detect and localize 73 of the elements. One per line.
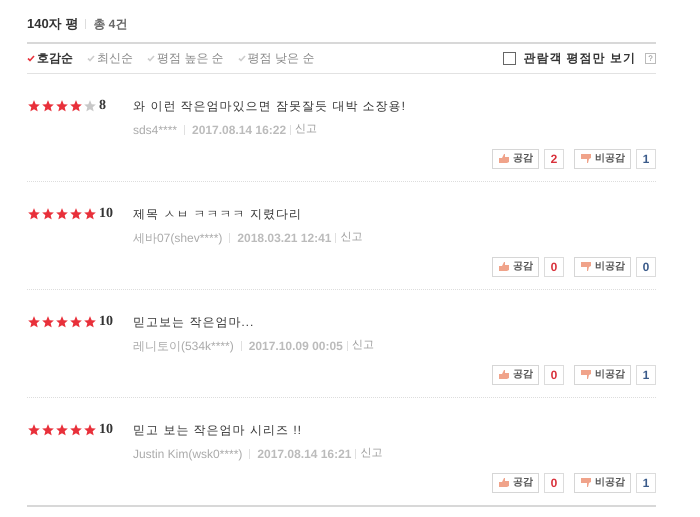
user-name: 레니토이(534k****) [133, 338, 234, 354]
check-icon [238, 54, 246, 62]
score: 10 [99, 205, 114, 223]
star-icon [83, 98, 97, 112]
like-button[interactable]: 공감 [492, 256, 539, 276]
star-icon [55, 422, 69, 436]
star-icon [69, 98, 83, 112]
star-icon [69, 206, 83, 220]
sort-option[interactable]: 최신순 [87, 49, 133, 67]
review-date: 2017.08.14 16:22 [192, 122, 286, 138]
dislike-button[interactable]: 비공감 [574, 364, 631, 384]
like-button[interactable]: 공감 [492, 364, 539, 384]
user-name: 세바07(shev****) [133, 230, 222, 246]
sort-option[interactable]: 호감순 [27, 49, 73, 67]
star-icon [55, 98, 69, 112]
star-icon [83, 422, 97, 436]
star-icon [27, 98, 41, 112]
score: 8 [99, 97, 107, 115]
thumbs-up-icon [498, 477, 510, 488]
dislike-button[interactable]: 비공감 [574, 472, 631, 492]
check-icon [27, 54, 35, 62]
check-icon [87, 54, 95, 62]
star-icon [41, 314, 55, 328]
thumbs-down-icon [580, 477, 592, 488]
star-icon [83, 314, 97, 328]
like-count: 0 [544, 364, 564, 384]
review-date: 2018.03.21 12:41 [237, 230, 332, 246]
review-text: 믿고 보는 작은엄마 시리즈 !! [133, 422, 302, 438]
audience-checkbox[interactable] [503, 52, 516, 64]
star-icon [55, 314, 69, 328]
like-count: 2 [544, 148, 564, 168]
review-text: 믿고보는 작은엄마... [133, 314, 254, 330]
score: 10 [99, 313, 114, 331]
star-icon [69, 314, 83, 328]
star-icon [27, 422, 41, 436]
audience-filter-label: 관람객 평점만 보기 [523, 50, 636, 67]
star-icon [69, 422, 83, 436]
dislike-button[interactable]: 비공감 [574, 148, 631, 168]
thumbs-down-icon [580, 153, 592, 164]
like-button[interactable]: 공감 [492, 472, 539, 492]
thumbs-up-icon [498, 153, 510, 164]
review-text: 제목 ㅅㅂ ㅋㅋㅋㅋ 지렸다리 [133, 206, 302, 222]
thumbs-up-icon [498, 261, 510, 272]
section-title: 140자 평 [27, 15, 78, 33]
like-count: 0 [544, 256, 564, 276]
dislike-count: 1 [636, 364, 656, 384]
review-text: 와 이런 작은엄마있으면 잠못잘듯 대박 소장용! [133, 98, 406, 114]
like-button[interactable]: 공감 [492, 148, 539, 168]
star-icon [27, 314, 41, 328]
thumbs-down-icon [580, 369, 592, 380]
help-button[interactable]: ? [645, 52, 656, 64]
like-count: 0 [544, 472, 564, 492]
user-name: Justin Kim(wsk0****) [133, 446, 242, 462]
check-icon [147, 54, 155, 62]
dislike-count: 1 [636, 472, 656, 492]
star-icon [41, 422, 55, 436]
dislike-count: 0 [636, 256, 656, 276]
star-icon [27, 206, 41, 220]
dislike-button[interactable]: 비공감 [574, 256, 631, 276]
star-icon [41, 98, 55, 112]
score: 10 [99, 421, 114, 439]
thumbs-up-icon [498, 369, 510, 380]
star-icon [55, 206, 69, 220]
user-name: sds4**** [133, 122, 178, 138]
review-date: 2017.08.14 16:21 [257, 446, 352, 462]
dislike-count: 1 [636, 148, 656, 168]
sort-option[interactable]: 평점 낮은 순 [238, 49, 314, 67]
review-date: 2017.10.09 00:05 [248, 338, 343, 354]
sort-option[interactable]: 평점 높은 순 [147, 49, 224, 67]
review-total: 총 4건 [93, 16, 128, 33]
thumbs-down-icon [580, 261, 592, 272]
star-icon [83, 206, 97, 220]
star-icon [41, 206, 55, 220]
